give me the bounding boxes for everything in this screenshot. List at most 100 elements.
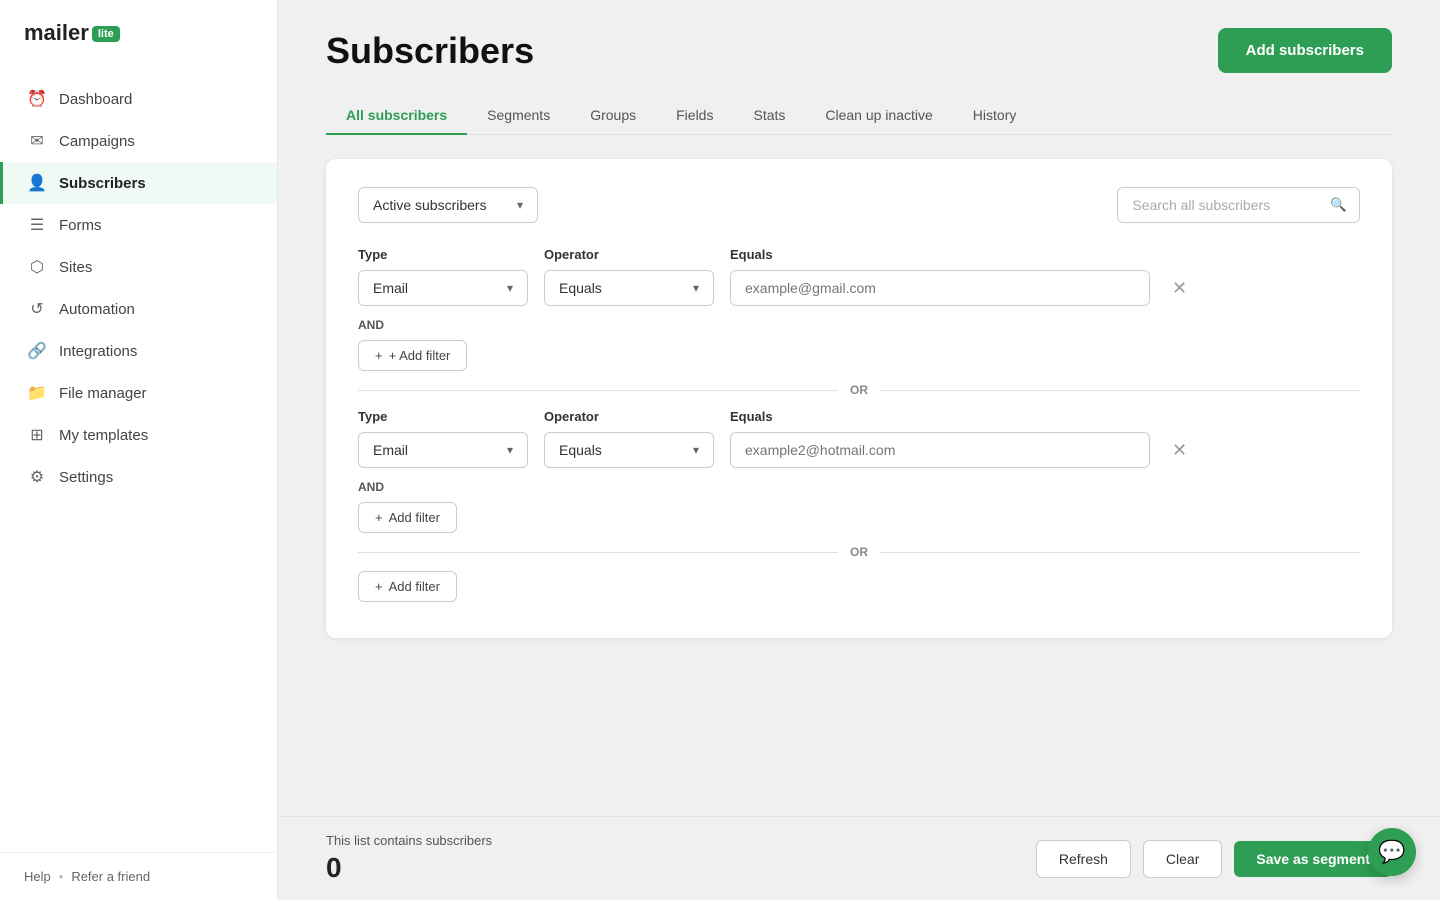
filter-group-1: Type Operator Equals Email ▾ Equals ▾ ✕ — [358, 247, 1360, 371]
logo-area: mailerlite — [0, 0, 277, 70]
sidebar-item-my-templates[interactable]: ⊞ My templates — [0, 414, 277, 456]
sidebar-item-sites[interactable]: ⬡ Sites — [0, 246, 277, 288]
equals-input-2[interactable] — [730, 432, 1150, 468]
and-label-1: AND — [358, 318, 1360, 332]
sidebar-item-campaigns[interactable]: ✉ Campaigns — [0, 120, 277, 162]
list-info-text: This list contains subscribers — [326, 833, 492, 848]
sidebar-item-file-manager[interactable]: 📁 File manager — [0, 372, 277, 414]
sites-icon: ⬡ — [27, 257, 47, 277]
integrations-icon: 🔗 — [27, 341, 47, 361]
sidebar-item-forms[interactable]: ☰ Forms — [0, 204, 277, 246]
chevron-down-icon: ▾ — [507, 281, 513, 295]
sidebar-item-subscribers[interactable]: 👤 Subscribers — [0, 162, 277, 204]
forms-icon: ☰ — [27, 215, 47, 235]
search-icon: 🔍 — [1330, 197, 1347, 213]
filter-row-1: Email ▾ Equals ▾ ✕ — [358, 270, 1360, 306]
bottom-actions: Refresh Clear Save as segment — [1036, 840, 1392, 878]
filter-row-2: Email ▾ Equals ▾ ✕ — [358, 432, 1360, 468]
dashboard-icon: ⏰ — [27, 89, 47, 109]
type-select-2[interactable]: Email ▾ — [358, 432, 528, 468]
main-header: Subscribers Add subscribers All subscrib… — [278, 0, 1440, 135]
sidebar-item-label: Sites — [59, 259, 92, 276]
col-header-operator-2: Operator — [544, 409, 714, 424]
status-dropdown[interactable]: Active subscribers ▾ — [358, 187, 538, 223]
plus-icon: + — [375, 348, 383, 363]
sidebar-item-label: Automation — [59, 301, 135, 318]
tab-history[interactable]: History — [953, 97, 1037, 135]
list-info: This list contains subscribers 0 — [326, 833, 492, 884]
bottom-bar: This list contains subscribers 0 Refresh… — [278, 816, 1440, 900]
operator-select-2[interactable]: Equals ▾ — [544, 432, 714, 468]
separator: • — [59, 869, 64, 884]
col-header-type: Type — [358, 247, 528, 262]
chat-icon: 💬 — [1378, 839, 1405, 865]
tab-all-subscribers[interactable]: All subscribers — [326, 97, 467, 135]
subscribers-icon: 👤 — [27, 173, 47, 193]
search-input[interactable] — [1118, 188, 1318, 222]
search-button[interactable]: 🔍 — [1318, 188, 1359, 222]
campaigns-icon: ✉ — [27, 131, 47, 151]
operator-select-1[interactable]: Equals ▾ — [544, 270, 714, 306]
or-divider-2: OR — [358, 545, 1360, 559]
or-divider-1: OR — [358, 383, 1360, 397]
page-title: Subscribers — [326, 30, 534, 72]
refresh-button[interactable]: Refresh — [1036, 840, 1131, 878]
sidebar-item-settings[interactable]: ⚙ Settings — [0, 456, 277, 498]
sidebar-item-label: Campaigns — [59, 133, 135, 150]
chevron-down-icon: ▾ — [517, 198, 523, 212]
remove-condition-1[interactable]: ✕ — [1166, 276, 1193, 301]
my-templates-icon: ⊞ — [27, 425, 47, 445]
sidebar-item-label: Forms — [59, 217, 102, 234]
sidebar-item-label: File manager — [59, 385, 147, 402]
sidebar-item-label: Subscribers — [59, 175, 146, 192]
sidebar-bottom: Help • Refer a friend — [0, 852, 277, 900]
remove-condition-2[interactable]: ✕ — [1166, 438, 1193, 463]
sidebar-item-label: Settings — [59, 469, 113, 486]
chevron-down-icon: ▾ — [507, 443, 513, 457]
add-filter-button-1[interactable]: + + Add filter — [358, 340, 467, 371]
logo-badge: lite — [92, 26, 120, 42]
plus-icon: + — [375, 510, 383, 525]
col-header-equals: Equals — [730, 247, 1360, 262]
tabs: All subscribersSegmentsGroupsFieldsStats… — [326, 97, 1392, 135]
logo-text: mailerlite — [24, 20, 120, 46]
tab-segments[interactable]: Segments — [467, 97, 570, 135]
filter-group-2: Type Operator Equals Email ▾ Equals ▾ ✕ — [358, 409, 1360, 533]
col-header-type-2: Type — [358, 409, 528, 424]
sidebar-item-dashboard[interactable]: ⏰ Dashboard — [0, 78, 277, 120]
clear-button[interactable]: Clear — [1143, 840, 1222, 878]
equals-input-1[interactable] — [730, 270, 1150, 306]
tab-fields[interactable]: Fields — [656, 97, 733, 135]
search-box: 🔍 — [1117, 187, 1360, 223]
chat-bubble[interactable]: 💬 — [1368, 828, 1416, 876]
tab-stats[interactable]: Stats — [733, 97, 805, 135]
tab-groups[interactable]: Groups — [570, 97, 656, 135]
help-link[interactable]: Help — [24, 869, 51, 884]
chevron-down-icon: ▾ — [693, 443, 699, 457]
sidebar-item-automation[interactable]: ↺ Automation — [0, 288, 277, 330]
plus-icon: + — [375, 579, 383, 594]
add-filter-button-3[interactable]: + Add filter — [358, 571, 457, 602]
content-area: Active subscribers ▾ 🔍 Type Operator Equ… — [278, 135, 1440, 816]
file-manager-icon: 📁 — [27, 383, 47, 403]
main-area: Subscribers Add subscribers All subscrib… — [278, 0, 1440, 900]
sidebar-item-label: Integrations — [59, 343, 137, 360]
sidebar-item-label: My templates — [59, 427, 148, 444]
col-header-operator: Operator — [544, 247, 714, 262]
type-select-1[interactable]: Email ▾ — [358, 270, 528, 306]
add-filter-button-2[interactable]: + Add filter — [358, 502, 457, 533]
list-count: 0 — [326, 852, 492, 884]
tab-clean-up-inactive[interactable]: Clean up inactive — [805, 97, 952, 135]
sidebar: mailerlite ⏰ Dashboard ✉ Campaigns 👤 Sub… — [0, 0, 278, 900]
col-header-equals-2: Equals — [730, 409, 1360, 424]
automation-icon: ↺ — [27, 299, 47, 319]
add-subscribers-button[interactable]: Add subscribers — [1218, 28, 1392, 73]
refer-link[interactable]: Refer a friend — [71, 869, 150, 884]
and-label-2: AND — [358, 480, 1360, 494]
settings-icon: ⚙ — [27, 467, 47, 487]
filter-panel: Active subscribers ▾ 🔍 Type Operator Equ… — [326, 159, 1392, 638]
nav-items: ⏰ Dashboard ✉ Campaigns 👤 Subscribers ☰ … — [0, 70, 277, 852]
sidebar-item-integrations[interactable]: 🔗 Integrations — [0, 330, 277, 372]
chevron-down-icon: ▾ — [693, 281, 699, 295]
sidebar-item-label: Dashboard — [59, 91, 132, 108]
